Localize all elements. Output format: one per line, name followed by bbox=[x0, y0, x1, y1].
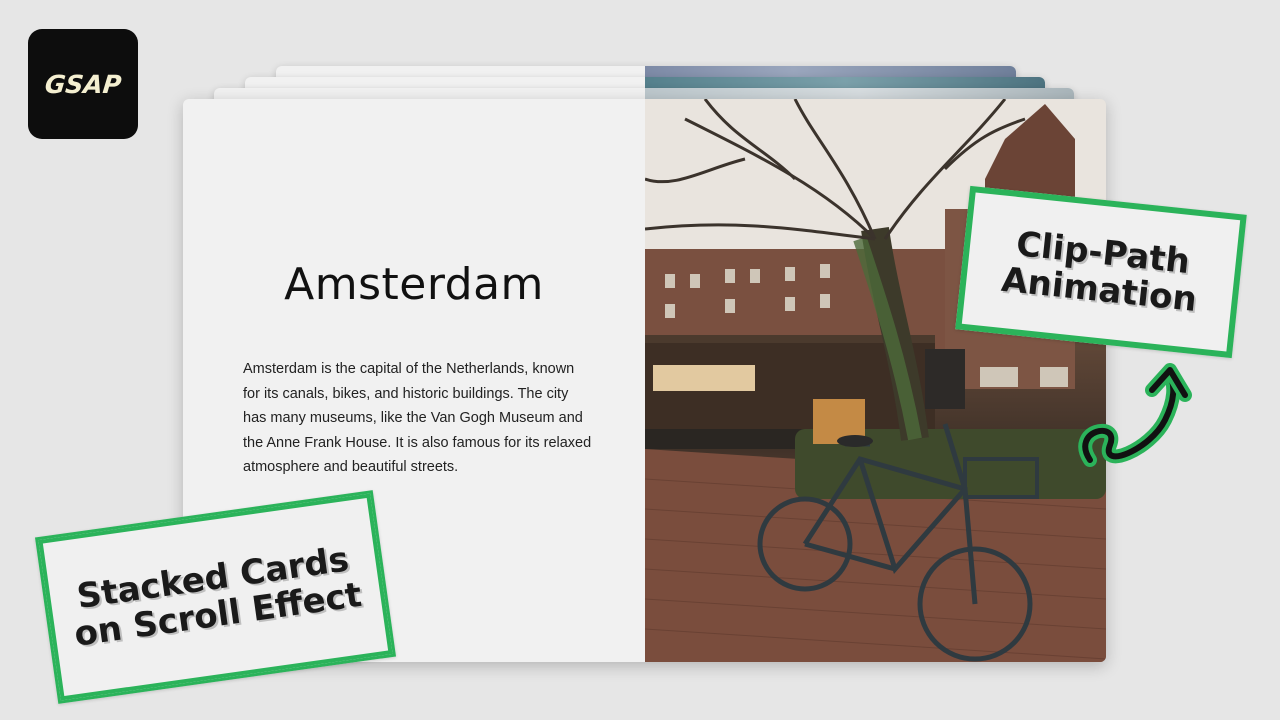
gsap-logo: GSAP bbox=[28, 29, 138, 139]
gsap-logo-text: GSAP bbox=[43, 69, 123, 99]
clip-path-animation-sticker: Clip-Path Animation bbox=[955, 185, 1247, 359]
curly-arrow-icon bbox=[1078, 363, 1192, 467]
stacked-cards-sticker: Stacked Cards on Scroll Effect bbox=[34, 490, 397, 704]
city-photo bbox=[645, 99, 1106, 662]
card-description: Amsterdam is the capital of the Netherla… bbox=[243, 361, 592, 475]
card-title: Amsterdam bbox=[284, 259, 544, 310]
